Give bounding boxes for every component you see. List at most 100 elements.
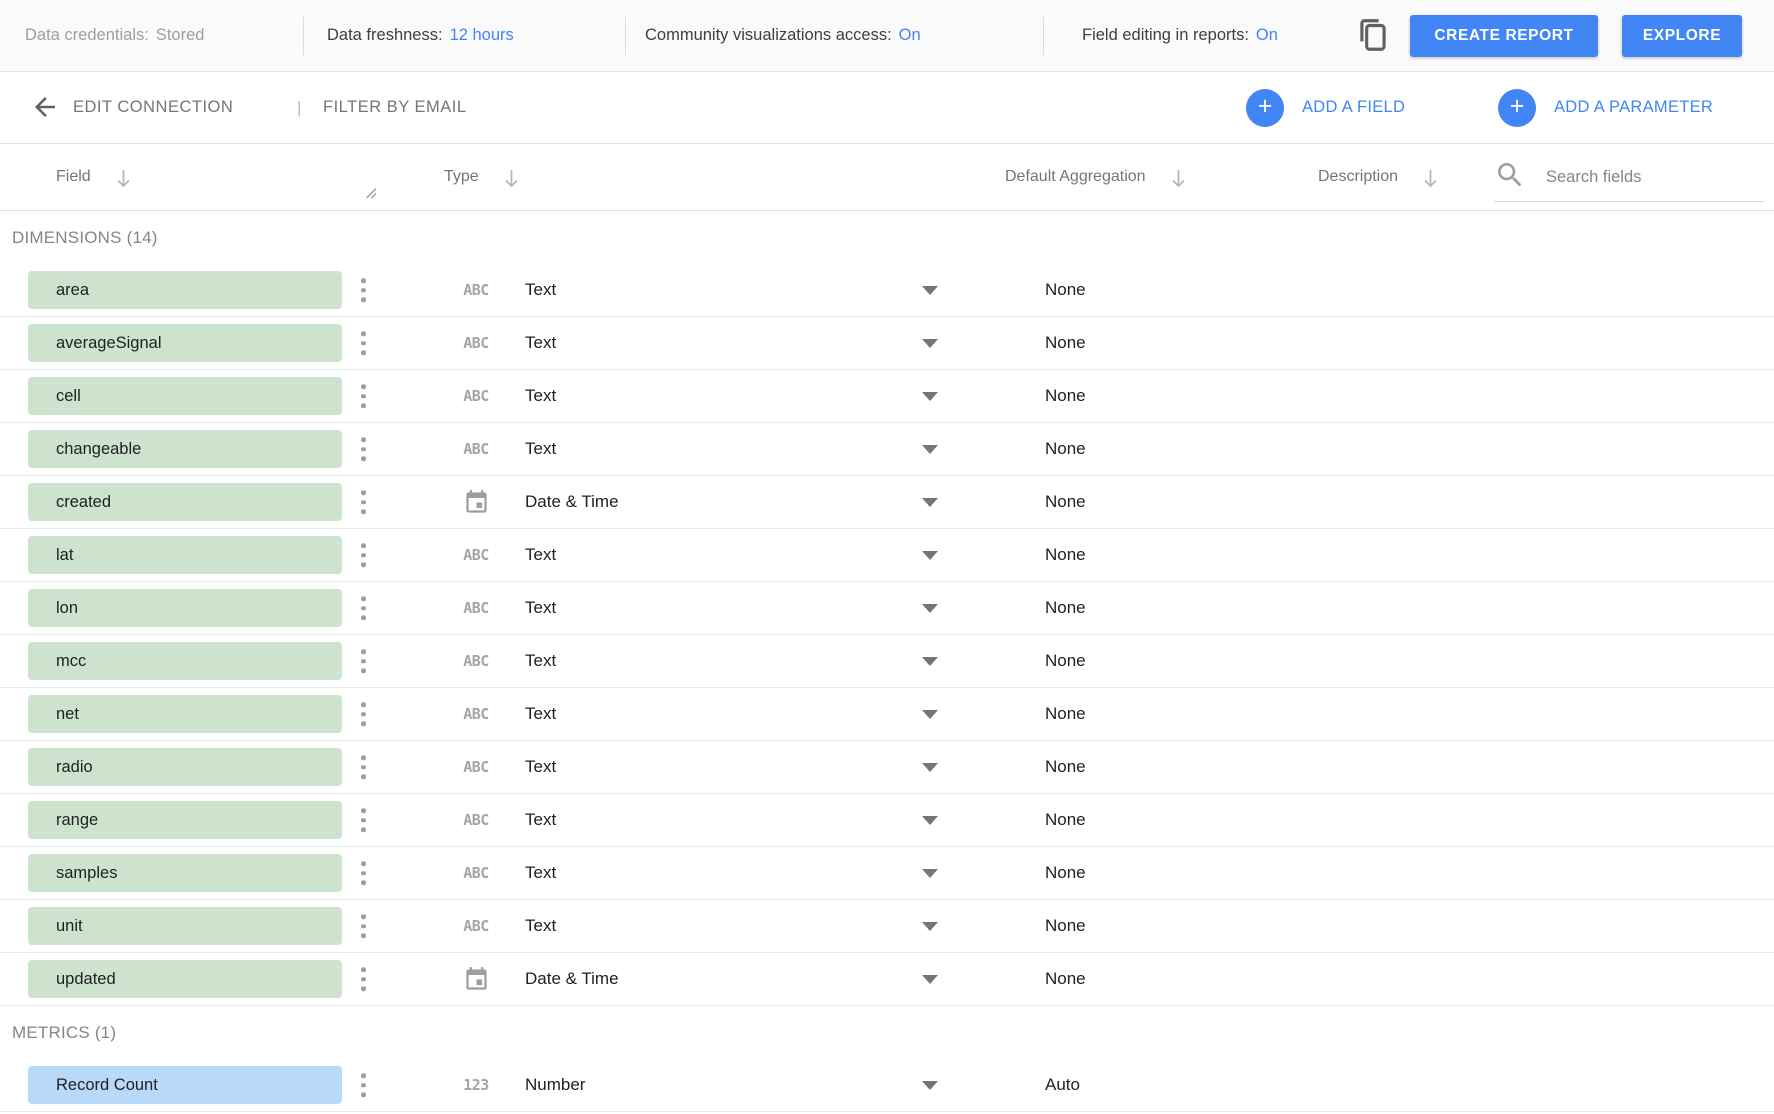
community-viz-value[interactable]: On <box>899 26 921 45</box>
aggregation-value[interactable]: None <box>1045 847 1086 899</box>
type-dropdown-icon[interactable] <box>922 922 938 931</box>
type-dropdown-icon[interactable] <box>922 445 938 454</box>
field-chip[interactable]: range <box>28 801 342 839</box>
type-dropdown-icon[interactable] <box>922 392 938 401</box>
filter-by-email-link[interactable]: FILTER BY EMAIL <box>323 72 467 143</box>
aggregation-value[interactable]: None <box>1045 794 1086 846</box>
field-options-menu-icon[interactable] <box>357 539 370 571</box>
aggregation-value[interactable]: None <box>1045 900 1086 952</box>
back-button[interactable] <box>26 90 64 128</box>
aggregation-value[interactable]: None <box>1045 741 1086 793</box>
type-dropdown-icon[interactable] <box>922 869 938 878</box>
type-label: Text <box>525 794 556 846</box>
field-chip[interactable]: net <box>28 695 342 733</box>
search-icon <box>1494 159 1526 196</box>
add-field-button[interactable]: + ADD A FIELD <box>1246 72 1405 143</box>
aggregation-value[interactable]: None <box>1045 423 1086 475</box>
sort-arrow-icon[interactable] <box>1170 168 1187 189</box>
aggregation-value[interactable]: None <box>1045 529 1086 581</box>
type-dropdown-icon[interactable] <box>922 816 938 825</box>
field-options-menu-icon[interactable] <box>357 645 370 677</box>
field-chip[interactable]: averageSignal <box>28 324 342 362</box>
field-chip[interactable]: radio <box>28 748 342 786</box>
type-dropdown-icon[interactable] <box>922 975 938 984</box>
plus-icon: + <box>1246 89 1284 127</box>
field-chip[interactable]: cell <box>28 377 342 415</box>
field-options-menu-icon[interactable] <box>357 751 370 783</box>
field-chip[interactable]: Record Count <box>28 1066 342 1104</box>
field-options-menu-icon[interactable] <box>357 274 370 306</box>
aggregation-value[interactable]: None <box>1045 264 1086 316</box>
field-chip[interactable]: lon <box>28 589 342 627</box>
sort-arrow-icon[interactable] <box>1422 168 1439 189</box>
column-resize-grip[interactable] <box>364 186 377 204</box>
table-header-row: Field Type Default Aggregation Descripti… <box>0 144 1774 211</box>
data-credentials-status[interactable]: Data credentials: Stored <box>25 0 204 71</box>
field-chip[interactable]: samples <box>28 854 342 892</box>
field-options-menu-icon[interactable] <box>357 698 370 730</box>
field-editing-value[interactable]: On <box>1256 26 1278 45</box>
explore-button[interactable]: EXPLORE <box>1622 15 1742 57</box>
field-options-menu-icon[interactable] <box>357 1069 370 1101</box>
field-options-menu-icon[interactable] <box>357 327 370 359</box>
type-label: Date & Time <box>525 476 619 528</box>
data-credentials-label: Data credentials: <box>25 26 149 45</box>
sort-arrow-icon[interactable] <box>503 168 520 189</box>
type-dropdown-icon[interactable] <box>922 657 938 666</box>
type-label: Text <box>525 370 556 422</box>
field-chip[interactable]: updated <box>28 960 342 998</box>
column-header-type[interactable]: Type <box>444 144 520 210</box>
type-dropdown-icon[interactable] <box>922 551 938 560</box>
field-options-menu-icon[interactable] <box>357 486 370 518</box>
create-report-button[interactable]: CREATE REPORT <box>1410 15 1598 57</box>
default-aggregation-header-label: Default Aggregation <box>1005 168 1146 186</box>
type-dropdown-icon[interactable] <box>922 339 938 348</box>
column-header-default-aggregation[interactable]: Default Aggregation <box>1005 144 1187 210</box>
field-options-menu-icon[interactable] <box>357 963 370 995</box>
text-type-icon: ABC <box>452 635 500 687</box>
description-header-label: Description <box>1318 168 1398 186</box>
type-label: Text <box>525 900 556 952</box>
field-options-menu-icon[interactable] <box>357 804 370 836</box>
type-dropdown-icon[interactable] <box>922 286 938 295</box>
aggregation-value[interactable]: None <box>1045 582 1086 634</box>
field-options-menu-icon[interactable] <box>357 433 370 465</box>
field-options-menu-icon[interactable] <box>357 592 370 624</box>
type-dropdown-icon[interactable] <box>922 710 938 719</box>
field-editing-status[interactable]: Field editing in reports: On <box>1082 0 1278 71</box>
aggregation-value[interactable]: None <box>1045 953 1086 1005</box>
community-viz-status[interactable]: Community visualizations access: On <box>645 0 921 71</box>
duplicate-datasource-button[interactable] <box>1352 16 1394 58</box>
data-freshness-value[interactable]: 12 hours <box>450 26 514 45</box>
text-type-icon: ABC <box>452 582 500 634</box>
field-options-menu-icon[interactable] <box>357 910 370 942</box>
field-row: averageSignal ABC Text None <box>0 317 1774 370</box>
search-fields-input[interactable] <box>1546 168 1746 187</box>
aggregation-value[interactable]: None <box>1045 370 1086 422</box>
sort-arrow-icon[interactable] <box>115 168 132 189</box>
column-header-field[interactable]: Field <box>56 144 132 210</box>
type-dropdown-icon[interactable] <box>922 763 938 772</box>
aggregation-value[interactable]: None <box>1045 476 1086 528</box>
column-header-description[interactable]: Description <box>1318 144 1439 210</box>
aggregation-value[interactable]: None <box>1045 317 1086 369</box>
field-chip[interactable]: mcc <box>28 642 342 680</box>
data-freshness-status[interactable]: Data freshness: 12 hours <box>327 0 514 71</box>
aggregation-value[interactable]: None <box>1045 688 1086 740</box>
edit-connection-link[interactable]: EDIT CONNECTION <box>73 72 233 143</box>
field-options-menu-icon[interactable] <box>357 380 370 412</box>
field-chip[interactable]: unit <box>28 907 342 945</box>
field-chip[interactable]: created <box>28 483 342 521</box>
aggregation-value[interactable]: None <box>1045 635 1086 687</box>
type-label: Text <box>525 847 556 899</box>
type-dropdown-icon[interactable] <box>922 604 938 613</box>
field-chip[interactable]: area <box>28 271 342 309</box>
field-chip[interactable]: changeable <box>28 430 342 468</box>
field-options-menu-icon[interactable] <box>357 857 370 889</box>
field-chip[interactable]: lat <box>28 536 342 574</box>
search-fields-box[interactable] <box>1494 154 1764 202</box>
type-dropdown-icon[interactable] <box>922 1081 938 1090</box>
type-dropdown-icon[interactable] <box>922 498 938 507</box>
aggregation-value[interactable]: Auto <box>1045 1059 1080 1111</box>
add-parameter-button[interactable]: + ADD A PARAMETER <box>1498 72 1713 143</box>
